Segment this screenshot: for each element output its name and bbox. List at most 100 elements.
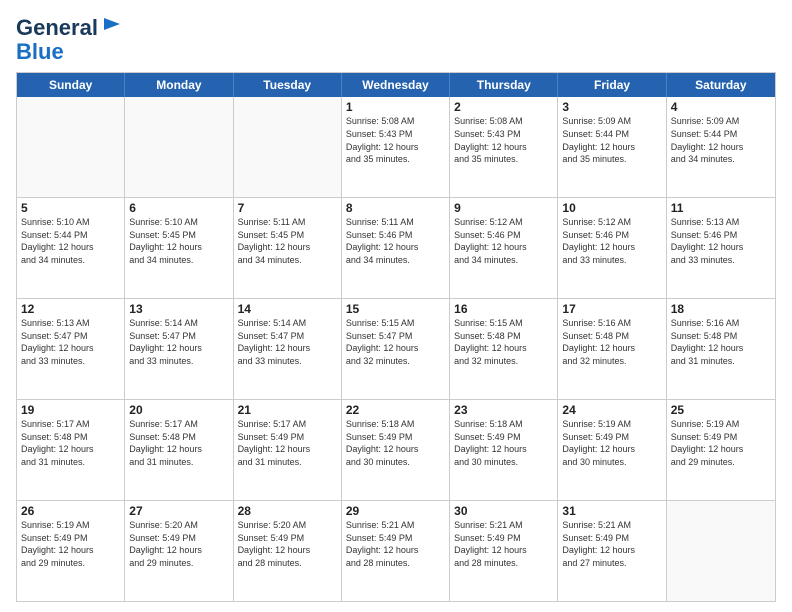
cell-line: and 34 minutes. <box>238 254 337 267</box>
cell-line: Sunset: 5:49 PM <box>21 532 120 545</box>
day-number: 22 <box>346 403 445 417</box>
cell-line: Sunrise: 5:19 AM <box>671 418 771 431</box>
cell-line: and 30 minutes. <box>454 456 553 469</box>
cell-line: Daylight: 12 hours <box>238 342 337 355</box>
cell-line: Daylight: 12 hours <box>346 342 445 355</box>
cell-line: Sunrise: 5:12 AM <box>562 216 661 229</box>
logo-general: General <box>16 16 98 40</box>
calendar-cell: 3Sunrise: 5:09 AMSunset: 5:44 PMDaylight… <box>558 97 666 197</box>
calendar-cell: 20Sunrise: 5:17 AMSunset: 5:48 PMDayligh… <box>125 400 233 500</box>
cell-line: Daylight: 12 hours <box>454 342 553 355</box>
calendar-cell: 5Sunrise: 5:10 AMSunset: 5:44 PMDaylight… <box>17 198 125 298</box>
cell-line: Sunrise: 5:21 AM <box>454 519 553 532</box>
calendar-cell: 4Sunrise: 5:09 AMSunset: 5:44 PMDaylight… <box>667 97 775 197</box>
calendar-cell: 8Sunrise: 5:11 AMSunset: 5:46 PMDaylight… <box>342 198 450 298</box>
day-number: 12 <box>21 302 120 316</box>
cell-line: Daylight: 12 hours <box>21 443 120 456</box>
cell-line: Sunset: 5:48 PM <box>21 431 120 444</box>
calendar-cell <box>17 97 125 197</box>
cell-line: Sunset: 5:49 PM <box>346 532 445 545</box>
cell-line: and 34 minutes. <box>21 254 120 267</box>
cell-line: Sunset: 5:47 PM <box>238 330 337 343</box>
cell-line: Sunrise: 5:08 AM <box>454 115 553 128</box>
logo: General Blue <box>16 16 122 64</box>
day-number: 26 <box>21 504 120 518</box>
cell-line: Sunset: 5:49 PM <box>562 431 661 444</box>
cell-line: and 31 minutes. <box>238 456 337 469</box>
cell-line: and 27 minutes. <box>562 557 661 570</box>
day-number: 27 <box>129 504 228 518</box>
weekday-header-saturday: Saturday <box>667 73 775 97</box>
cell-line: and 31 minutes. <box>671 355 771 368</box>
cell-line: Daylight: 12 hours <box>346 141 445 154</box>
cell-line: Sunrise: 5:19 AM <box>562 418 661 431</box>
cell-line: and 34 minutes. <box>129 254 228 267</box>
day-number: 11 <box>671 201 771 215</box>
cell-line: Sunset: 5:49 PM <box>671 431 771 444</box>
cell-line: and 30 minutes. <box>346 456 445 469</box>
cell-line: Daylight: 12 hours <box>129 342 228 355</box>
cell-line: Sunrise: 5:17 AM <box>238 418 337 431</box>
cell-line: and 33 minutes. <box>21 355 120 368</box>
cell-line: and 33 minutes. <box>238 355 337 368</box>
cell-line: Sunrise: 5:12 AM <box>454 216 553 229</box>
cell-line: Sunrise: 5:09 AM <box>671 115 771 128</box>
cell-line: Daylight: 12 hours <box>454 544 553 557</box>
calendar-cell: 10Sunrise: 5:12 AMSunset: 5:46 PMDayligh… <box>558 198 666 298</box>
cell-line: Sunset: 5:49 PM <box>129 532 228 545</box>
cell-line: Sunset: 5:48 PM <box>129 431 228 444</box>
calendar-cell: 18Sunrise: 5:16 AMSunset: 5:48 PMDayligh… <box>667 299 775 399</box>
cell-line: and 33 minutes. <box>562 254 661 267</box>
cell-line: and 29 minutes. <box>129 557 228 570</box>
calendar-cell <box>125 97 233 197</box>
calendar-cell: 12Sunrise: 5:13 AMSunset: 5:47 PMDayligh… <box>17 299 125 399</box>
weekday-header-tuesday: Tuesday <box>234 73 342 97</box>
day-number: 14 <box>238 302 337 316</box>
cell-line: and 32 minutes. <box>562 355 661 368</box>
cell-line: Sunset: 5:49 PM <box>454 431 553 444</box>
calendar-cell: 31Sunrise: 5:21 AMSunset: 5:49 PMDayligh… <box>558 501 666 601</box>
calendar-cell: 25Sunrise: 5:19 AMSunset: 5:49 PMDayligh… <box>667 400 775 500</box>
calendar-cell: 1Sunrise: 5:08 AMSunset: 5:43 PMDaylight… <box>342 97 450 197</box>
cell-line: Sunset: 5:45 PM <box>129 229 228 242</box>
cell-line: Sunrise: 5:13 AM <box>671 216 771 229</box>
calendar-row-4: 19Sunrise: 5:17 AMSunset: 5:48 PMDayligh… <box>17 399 775 500</box>
cell-line: Sunset: 5:44 PM <box>671 128 771 141</box>
day-number: 10 <box>562 201 661 215</box>
day-number: 16 <box>454 302 553 316</box>
calendar-cell: 2Sunrise: 5:08 AMSunset: 5:43 PMDaylight… <box>450 97 558 197</box>
cell-line: Daylight: 12 hours <box>346 241 445 254</box>
cell-line: and 31 minutes. <box>21 456 120 469</box>
calendar-cell: 24Sunrise: 5:19 AMSunset: 5:49 PMDayligh… <box>558 400 666 500</box>
cell-line: and 29 minutes. <box>671 456 771 469</box>
calendar-cell: 28Sunrise: 5:20 AMSunset: 5:49 PMDayligh… <box>234 501 342 601</box>
day-number: 7 <box>238 201 337 215</box>
cell-line: Sunset: 5:45 PM <box>238 229 337 242</box>
cell-line: Sunrise: 5:20 AM <box>129 519 228 532</box>
cell-line: Daylight: 12 hours <box>562 544 661 557</box>
cell-line: Sunrise: 5:08 AM <box>346 115 445 128</box>
day-number: 30 <box>454 504 553 518</box>
day-number: 20 <box>129 403 228 417</box>
cell-line: Daylight: 12 hours <box>129 443 228 456</box>
cell-line: and 33 minutes. <box>129 355 228 368</box>
cell-line: Sunset: 5:46 PM <box>562 229 661 242</box>
weekday-header-thursday: Thursday <box>450 73 558 97</box>
day-number: 13 <box>129 302 228 316</box>
cell-line: Daylight: 12 hours <box>454 443 553 456</box>
cell-line: Sunrise: 5:19 AM <box>21 519 120 532</box>
cell-line: Sunset: 5:49 PM <box>346 431 445 444</box>
cell-line: Daylight: 12 hours <box>346 544 445 557</box>
cell-line: Sunset: 5:49 PM <box>238 532 337 545</box>
day-number: 2 <box>454 100 553 114</box>
cell-line: Sunrise: 5:15 AM <box>454 317 553 330</box>
day-number: 21 <box>238 403 337 417</box>
cell-line: Daylight: 12 hours <box>671 241 771 254</box>
cell-line: and 34 minutes. <box>671 153 771 166</box>
calendar-cell: 9Sunrise: 5:12 AMSunset: 5:46 PMDaylight… <box>450 198 558 298</box>
cell-line: and 35 minutes. <box>454 153 553 166</box>
calendar-cell: 29Sunrise: 5:21 AMSunset: 5:49 PMDayligh… <box>342 501 450 601</box>
cell-line: Sunrise: 5:09 AM <box>562 115 661 128</box>
cell-line: Sunset: 5:49 PM <box>562 532 661 545</box>
calendar: SundayMondayTuesdayWednesdayThursdayFrid… <box>16 72 776 602</box>
